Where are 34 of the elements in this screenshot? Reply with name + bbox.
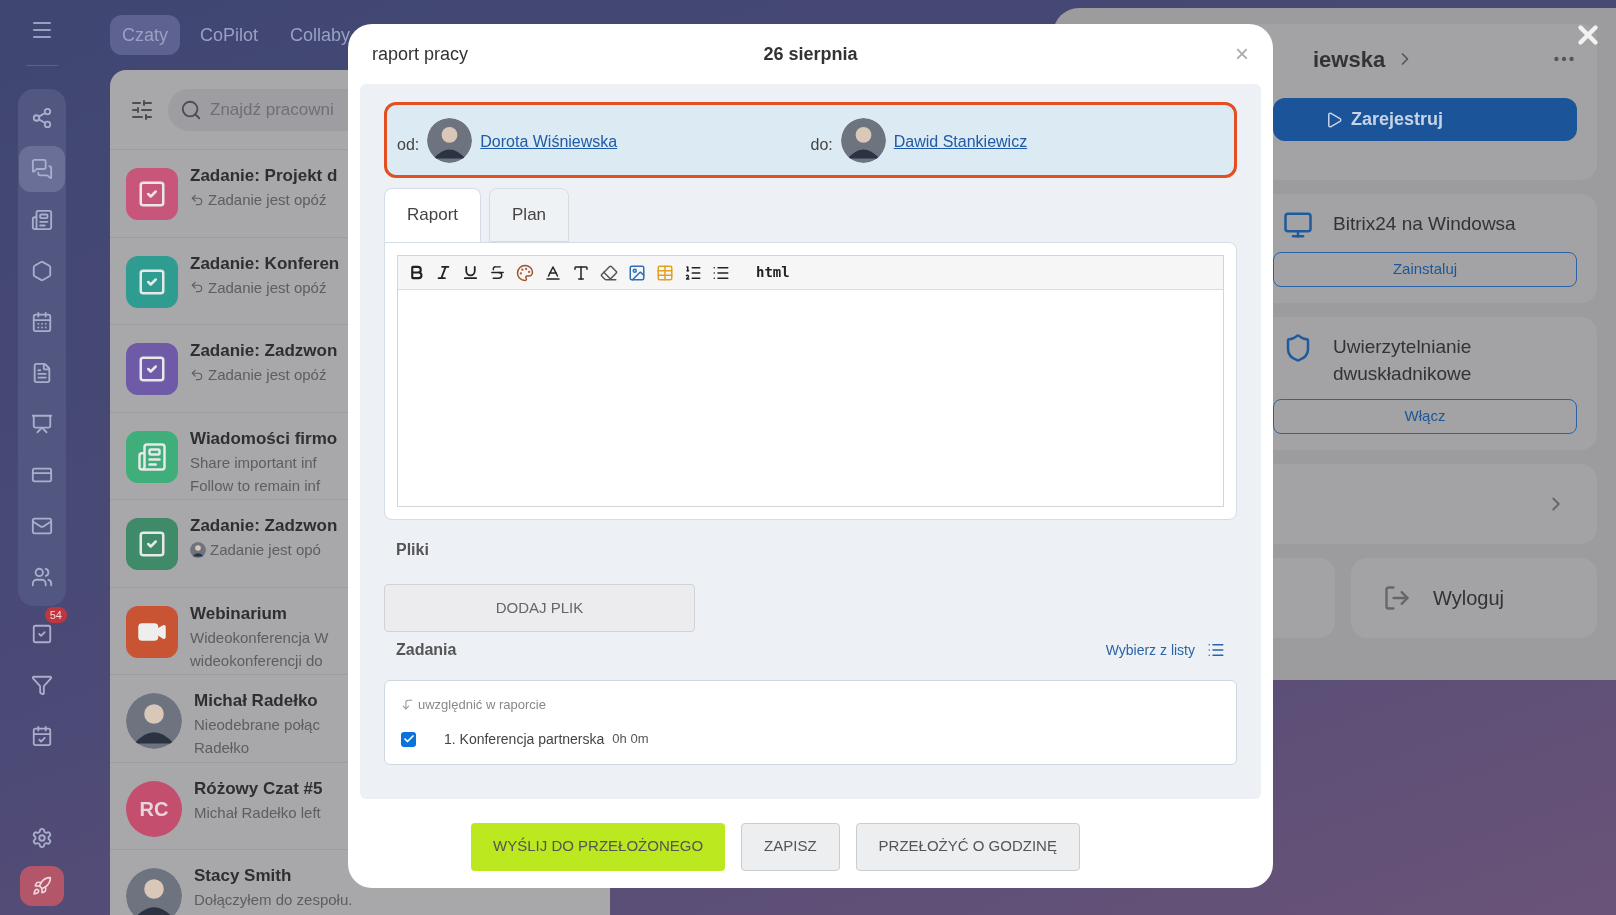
- chat-preview: Follow to remain inf: [190, 475, 321, 496]
- tasks-label: Zadania: [396, 640, 457, 660]
- tasks-hint: uwzględnić w raporcie: [418, 696, 546, 714]
- chat-preview: Nieodebrane połąc: [194, 715, 320, 735]
- chat-preview: wideokonferencji do: [190, 650, 323, 671]
- chat-preview: Zadanie jest opó: [210, 540, 321, 560]
- tasks-badge: 54: [44, 607, 67, 623]
- chat-preview: Dołączyłem do zespołu.: [194, 890, 353, 910]
- avatar: RC: [126, 780, 182, 837]
- chat-title: Michał Radełko: [194, 690, 319, 712]
- chat-preview: Zadanie jest opóź: [208, 277, 327, 298]
- card-text: Bitrix24 na Windowsa: [1333, 212, 1517, 236]
- dialog-title: raport pracy: [372, 42, 469, 66]
- card-text: Uwierzytelnianie dwuskładnikowe: [1333, 335, 1473, 386]
- chat-title: Zadanie: Konferen: [190, 252, 340, 275]
- chat-title: Zadanie: Zadzwon: [190, 340, 338, 362]
- chat-title: Webinarium: [190, 602, 288, 625]
- chat-preview: Share important inf: [190, 452, 317, 473]
- chat-title: Zadanie: Zadzwon: [190, 515, 338, 537]
- chat-preview: Zadanie jest opóź: [208, 365, 327, 385]
- chat-title: Stacy Smith: [194, 865, 293, 887]
- party-label: do:: [810, 135, 833, 155]
- chat-title: Wiadomości firmo: [190, 427, 338, 450]
- chat-title: Różowy Czat #5: [194, 777, 323, 800]
- chat-preview: Wideokonferencja W: [190, 627, 329, 648]
- files-label: Pliki: [396, 540, 430, 560]
- chat-preview: Michał Radełko left: [194, 802, 321, 823]
- task-time: 0h 0m: [612, 730, 649, 749]
- chat-preview: Zadanie jest opóź: [208, 190, 327, 210]
- chat-preview: Radełko: [194, 738, 250, 758]
- task-name: 1. Konferencja partnerska: [444, 729, 605, 749]
- dialog-date: 26 sierpnia: [763, 42, 858, 66]
- party-label: od:: [397, 135, 420, 155]
- chat-title: Zadanie: Projekt d: [190, 165, 338, 187]
